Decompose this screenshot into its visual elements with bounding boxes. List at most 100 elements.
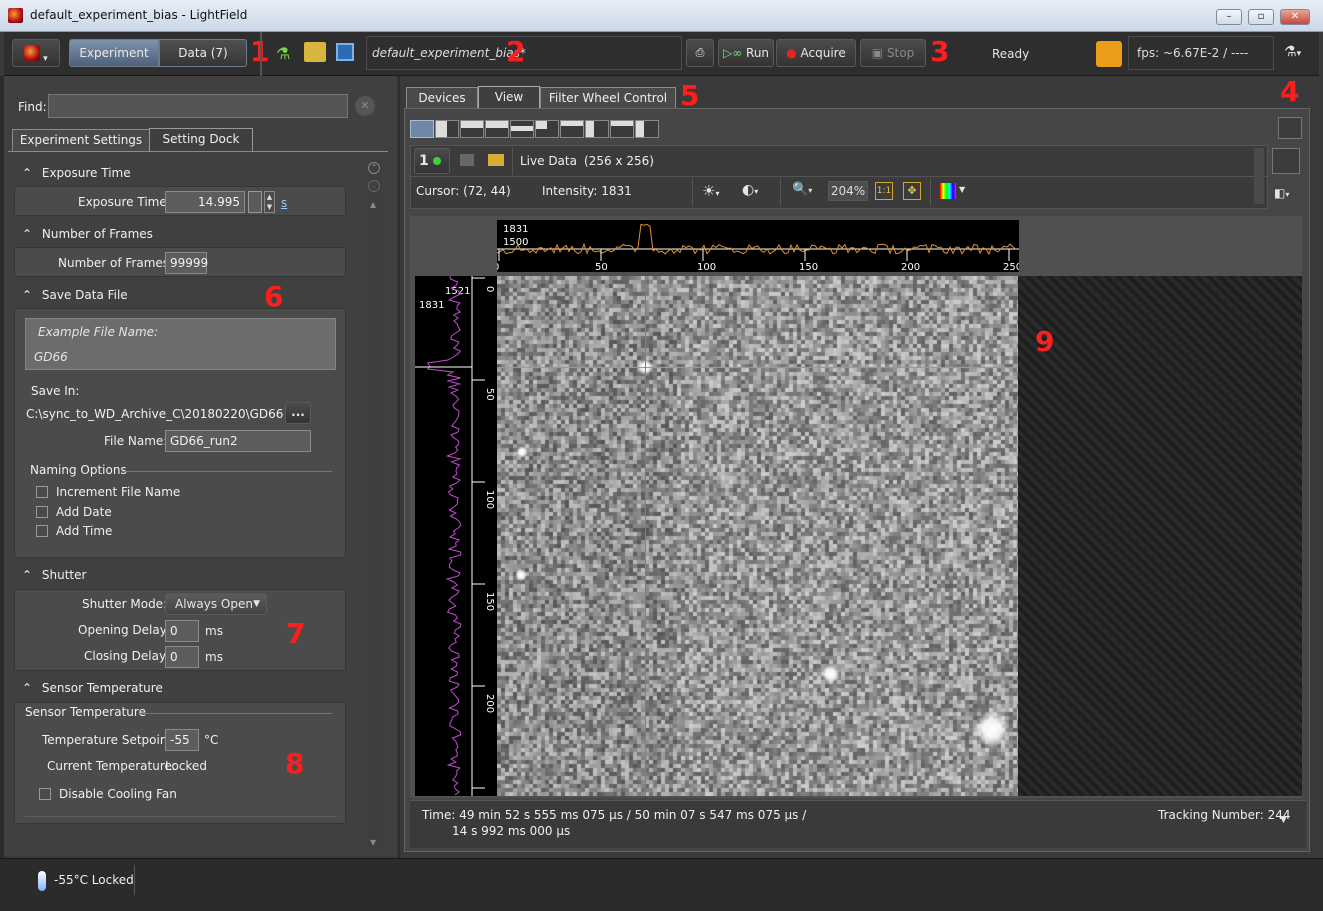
temp-setpoint-unit: °C (204, 733, 219, 747)
tab-filter-wheel-control[interactable]: Filter Wheel Control (540, 87, 676, 109)
opening-delay-input[interactable]: 0 (165, 620, 199, 642)
frames-header[interactable]: ⌃ Number of Frames (22, 227, 153, 241)
file-name-label: File Name: (104, 434, 168, 448)
app-menu-button[interactable]: ▾ (12, 39, 60, 67)
minimize-button[interactable]: – (1216, 9, 1242, 25)
experiment-name: default_experiment_bias* (372, 46, 526, 60)
data-tab-button[interactable]: Data (7) (159, 39, 247, 67)
expand-all-icon[interactable]: ⌄ (368, 180, 380, 192)
run-button[interactable]: ▷∞ Run (718, 39, 774, 67)
increment-file-name-checkbox[interactable] (36, 486, 48, 498)
shutter-mode-dropdown[interactable]: Always Open ▼ (165, 593, 267, 615)
contrast-icon[interactable]: ◐▾ (742, 182, 758, 198)
view-display-icon[interactable] (1272, 148, 1300, 174)
shutter-mode-value: Always Open (175, 597, 253, 611)
disable-cooling-fan-checkbox[interactable] (39, 788, 51, 800)
exposure-time-input[interactable]: 14.995 (165, 191, 245, 213)
ccd-image[interactable] (497, 276, 1018, 796)
save-data-header[interactable]: ⌃ Save Data File (22, 288, 128, 302)
layout-five-icon[interactable] (585, 120, 609, 138)
zoom-icon[interactable]: 🔍▾ (792, 182, 812, 197)
hprofile-mid: 1500 (503, 237, 528, 248)
status-bar: -55°C Locked (0, 858, 1323, 911)
chevron-up-icon: ⌃ (22, 227, 36, 241)
exposure-unit-link[interactable]: s (281, 196, 287, 210)
add-date-checkbox[interactable] (36, 506, 48, 518)
flask-menu-icon[interactable]: ⚗▾ (1284, 44, 1301, 60)
new-experiment-flask-icon[interactable]: ⚗ (276, 44, 294, 64)
horizontal-profile-plot: 1831 1500 0 50 100 150 200 250 (497, 220, 1019, 272)
layout-four-icon[interactable] (560, 120, 584, 138)
shutter-header[interactable]: ⌃ Shutter (22, 568, 86, 582)
thermometer-icon (38, 871, 46, 891)
fit-to-window-icon[interactable]: ✥ (903, 182, 921, 200)
one-to-one-zoom-icon[interactable]: 1:1 (875, 182, 893, 200)
example-filename-value: GD66 (34, 350, 68, 364)
open-experiment-folder-icon[interactable] (304, 42, 326, 62)
chevron-down-icon[interactable]: ▼ (959, 185, 965, 194)
layout-six-icon[interactable] (610, 120, 634, 138)
chevron-down-icon[interactable]: ▼ (1280, 815, 1287, 825)
sensor-temp-status: -55°C Locked (54, 873, 134, 887)
layout-quad-icon[interactable] (535, 120, 559, 138)
file-name-input[interactable]: GD66_run2 (165, 430, 311, 452)
maximize-button[interactable]: ▫ (1248, 9, 1274, 25)
exposure-time-header[interactable]: ⌃ Exposure Time (22, 166, 131, 180)
view-toolbar-scroll[interactable] (1254, 148, 1264, 204)
annotation-8: 8 (285, 747, 305, 780)
stop-button[interactable]: ▣ Stop (860, 39, 926, 67)
collapse-all-icon[interactable]: ⌃ (368, 162, 380, 174)
exposure-units-icon[interactable] (248, 191, 262, 213)
layout-seven-icon[interactable] (635, 120, 659, 138)
zoom-level-field[interactable]: 204% (828, 181, 868, 201)
layout-two-vertical-icon[interactable] (435, 120, 459, 138)
acquire-record-icon: ● (786, 46, 801, 60)
hprofile-tick-label: 250 (1003, 262, 1019, 272)
browse-folder-button[interactable]: ... (285, 402, 311, 424)
tab-view[interactable]: View (478, 86, 540, 110)
left-scrollbar[interactable]: ⌃ ⌄ ▲ ▼ (366, 160, 382, 850)
scroll-up-icon[interactable]: ▲ (370, 200, 376, 209)
opening-delay-label: Opening Delay: (78, 623, 171, 637)
add-time-checkbox[interactable] (36, 525, 48, 537)
exposure-spinner[interactable]: ▲ ▼ (264, 191, 275, 213)
panel-display-icon[interactable] (1278, 117, 1302, 139)
layout-single-icon[interactable] (410, 120, 434, 138)
annotation-5: 5 (680, 79, 700, 112)
brightness-icon[interactable]: ☀▾ (702, 182, 719, 200)
annotation-3: 3 (930, 35, 950, 68)
layout-stack-icon[interactable] (510, 120, 534, 138)
empty-view-region (1018, 276, 1302, 796)
scroll-down-icon[interactable]: ▼ (370, 838, 376, 847)
live-data-label: Live Data (520, 154, 577, 168)
device-state-icon[interactable] (1096, 41, 1122, 67)
preview-icon-button[interactable]: ⎙ (686, 39, 714, 67)
vprofile-tick-label: 0 (484, 286, 495, 292)
sensor-temp-header[interactable]: ⌃ Sensor Temperature (22, 681, 163, 695)
closing-delay-input[interactable]: 0 (165, 646, 199, 668)
experiment-tab-button[interactable]: Experiment (69, 39, 159, 67)
export-menu-icon[interactable]: ◧▾ (1274, 186, 1289, 200)
fps-readout: fps: ~6.67E-2 / ---- (1137, 46, 1249, 60)
clear-find-icon[interactable]: ✕ (355, 96, 375, 116)
vprofile-tick-label: 50 (484, 388, 495, 401)
snapshot-icon[interactable] (460, 154, 474, 166)
layout-three-icon[interactable] (485, 120, 509, 138)
frames-input[interactable]: 99999 (165, 252, 208, 274)
save-in-label: Save In: (31, 384, 80, 398)
temp-setpoint-input[interactable]: -55 (165, 729, 199, 751)
color-palette-icon[interactable] (940, 183, 956, 199)
closing-delay-unit: ms (205, 650, 223, 664)
tab-devices[interactable]: Devices (406, 87, 478, 109)
tab-setting-dock[interactable]: Setting Dock (149, 128, 253, 152)
find-input[interactable] (48, 94, 348, 118)
save-experiment-icon[interactable] (336, 43, 354, 61)
hprofile-max: 1831 (503, 224, 528, 235)
acquire-button[interactable]: ● Acquire (776, 39, 856, 67)
layout-two-horizontal-icon[interactable] (460, 120, 484, 138)
stop-label: Stop (886, 46, 915, 60)
open-file-icon[interactable] (488, 154, 504, 166)
tab-experiment-settings[interactable]: Experiment Settings (12, 129, 150, 151)
close-window-button[interactable]: ✕ (1280, 9, 1310, 25)
view-number-button[interactable]: 1 (414, 148, 450, 174)
